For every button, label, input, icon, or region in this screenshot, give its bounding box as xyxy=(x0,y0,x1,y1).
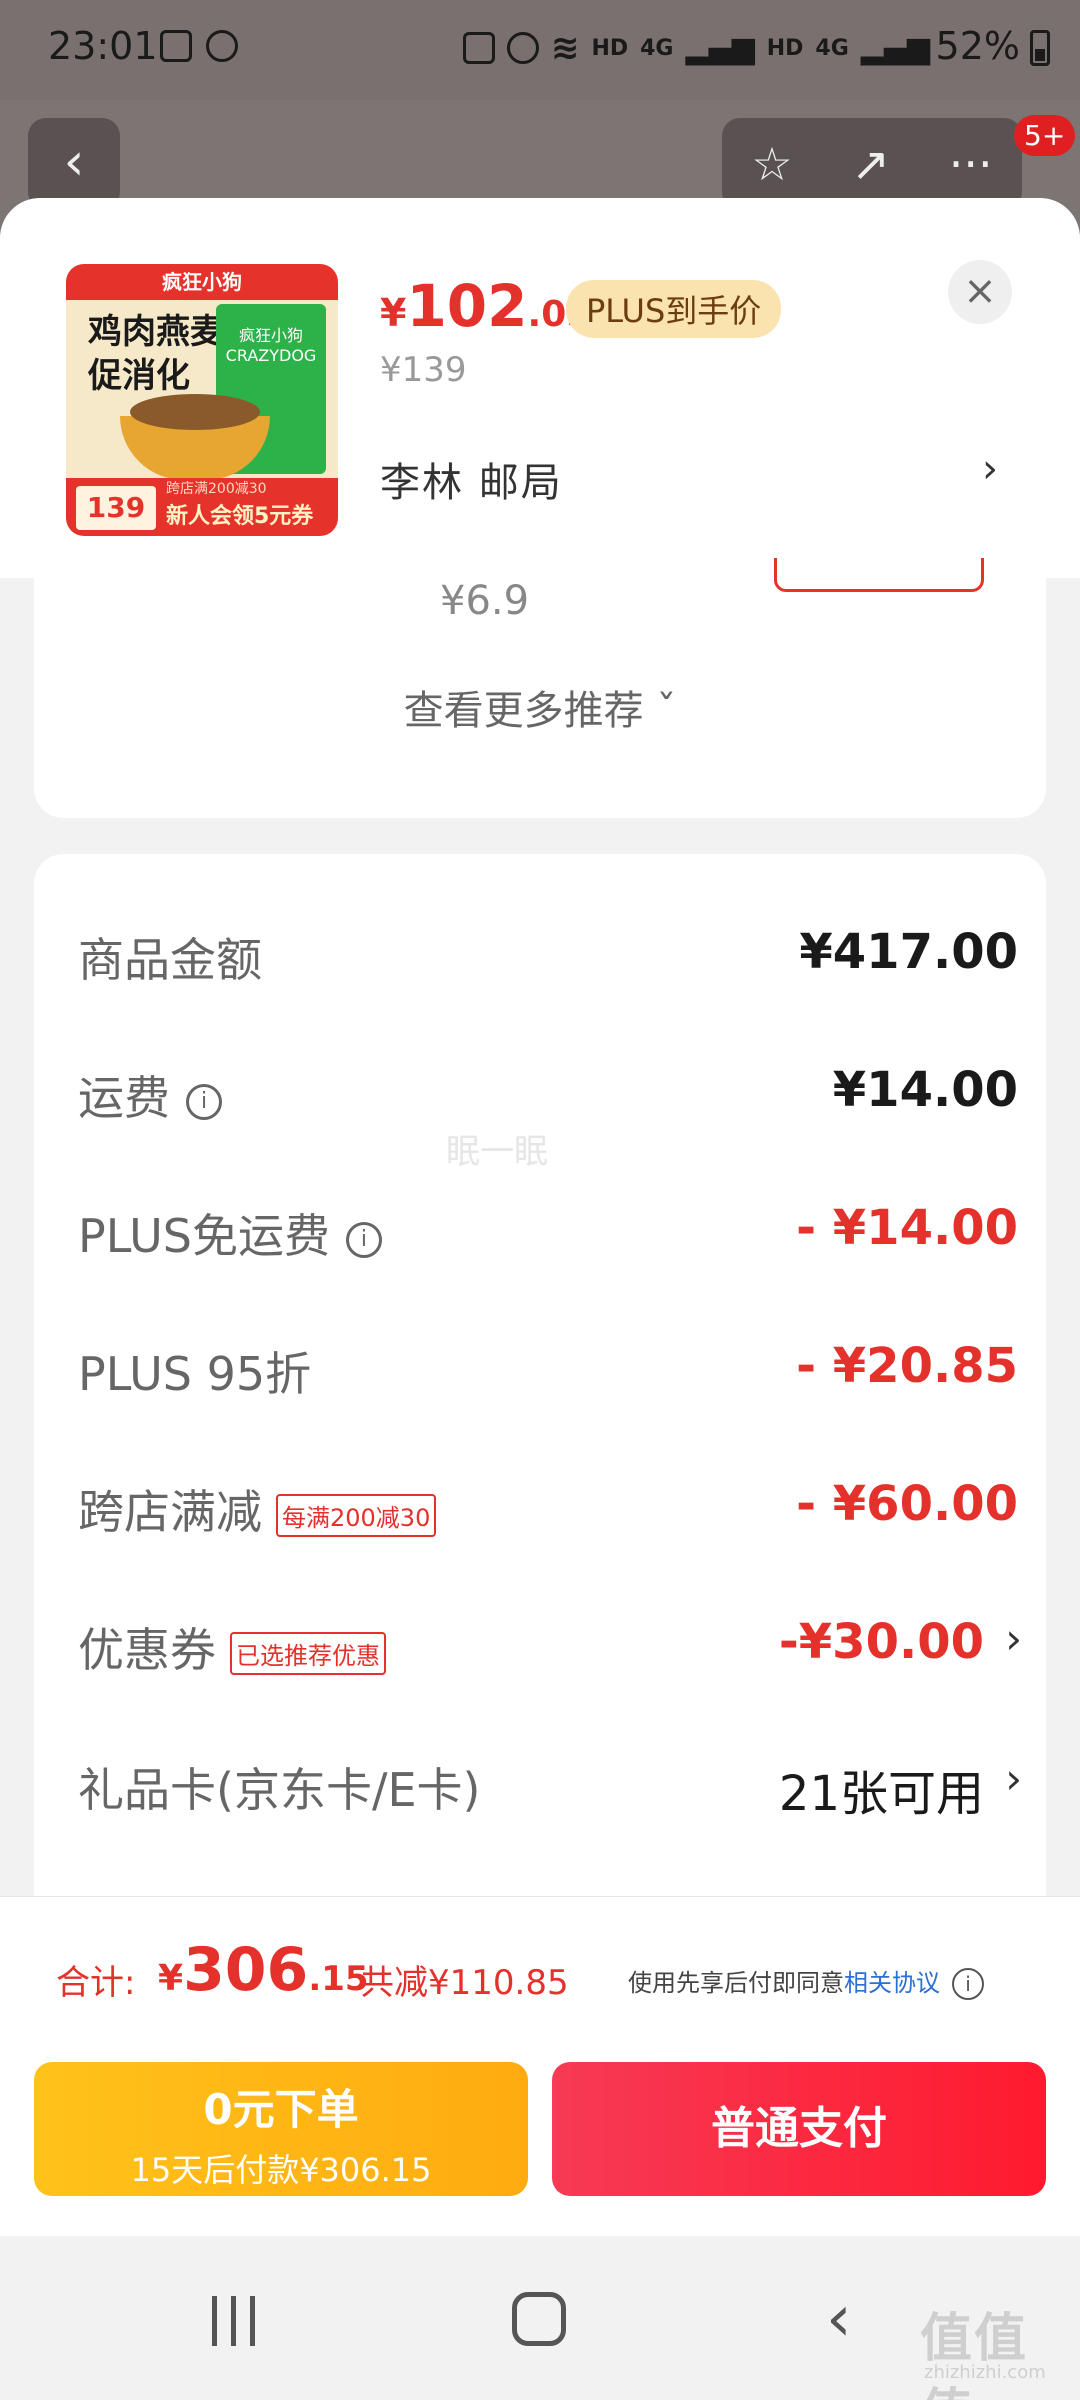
row-label-wrap: 运费 i xyxy=(78,1062,222,1128)
total-saved: 共减¥110.85 xyxy=(360,1963,569,2003)
battery-icon xyxy=(1030,30,1050,66)
home-icon[interactable] xyxy=(512,2292,566,2346)
row-gift-card[interactable]: 礼品卡(京东卡/E卡) 21张可用 › xyxy=(78,1744,1022,1824)
row-amount: -¥30.00 xyxy=(778,1614,984,1670)
recommend-card: ¥6.9 查看更多推荐 ˇ xyxy=(34,558,1046,818)
status-bar: 23:01 ≋ HD 4G ▂▄▆ HD 4G ▂▄▆ 52% xyxy=(0,0,1080,100)
row-label: PLUS免运费 xyxy=(78,1209,330,1263)
row-label-wrap: 优惠券 已选推荐优惠 xyxy=(78,1614,386,1680)
discount-tag: 每满200减30 xyxy=(276,1494,437,1537)
thumb-title-line2: 促消化 xyxy=(88,356,190,396)
network-label-2: 4G xyxy=(640,35,674,61)
zero-order-label: 0元下单 xyxy=(203,2085,359,2134)
row-amount: ¥417.00 xyxy=(799,924,1018,980)
thumb-brand-strip: 疯狂小狗 xyxy=(66,264,338,300)
row-label-wrap: 跨店满减 每满200减30 xyxy=(78,1476,437,1542)
delivery-address[interactable]: 李林 邮局 xyxy=(380,450,563,508)
message-badge: 5+ xyxy=(1014,115,1076,156)
network-label-3: HD xyxy=(766,35,804,61)
system-nav-bar: ‹ xyxy=(0,2236,1080,2400)
agreement-text: 使用先享后付即同意相关协议 i xyxy=(628,1963,984,2000)
screenshot-icon xyxy=(160,30,192,62)
agreement-link[interactable]: 相关协议 xyxy=(844,1969,940,1997)
chevron-right-icon[interactable]: › xyxy=(1005,1754,1022,1803)
row-shipping: 运费 i ¥14.00 xyxy=(78,1052,1018,1132)
product-thumbnail[interactable]: 疯狂小狗 鸡肉燕麦 促消化 疯狂小狗 CRAZYDOG 139 跨店满200减3… xyxy=(66,264,338,536)
recents-icon[interactable] xyxy=(212,2296,255,2346)
coupon-tag: 已选推荐优惠 xyxy=(230,1632,386,1675)
recommend-add-button[interactable] xyxy=(774,558,984,592)
share-icon[interactable]: ↗ xyxy=(851,137,890,191)
row-label: PLUS 95折 xyxy=(78,1347,312,1401)
row-amount: - ¥20.85 xyxy=(796,1338,1018,1394)
footer-total-bar: 合计: ¥306.15 共减¥110.85 使用先享后付即同意相关协议 i xyxy=(0,1896,1080,2046)
total-label: 合计: xyxy=(56,1963,136,2003)
row-item-total: 商品金额 ¥417.00 xyxy=(78,914,1018,994)
row-coupon[interactable]: 优惠券 已选推荐优惠 -¥30.00 › xyxy=(78,1604,1022,1684)
info-icon[interactable]: i xyxy=(345,1221,382,1258)
site-watermark: 值值值 xyxy=(920,2309,1029,2400)
bag-brand: 疯狂小狗 CRAZYDOG xyxy=(225,326,317,365)
app-notification-icon xyxy=(206,30,238,62)
row-plus-free-shipping: PLUS免运费 i - ¥14.00 xyxy=(78,1190,1018,1270)
row-label: 跨店满减 xyxy=(78,1485,262,1539)
signal-icon: ▂▄▆ xyxy=(685,30,755,66)
status-right-icons: ≋ HD 4G ▂▄▆ HD 4G ▂▄▆ xyxy=(462,28,930,68)
thumb-title-line1: 鸡肉燕麦 xyxy=(88,312,224,352)
site-watermark-sub: zhizhizhi.com xyxy=(924,2362,1046,2383)
address-chevron-icon[interactable]: › xyxy=(982,446,998,492)
vibrate-icon xyxy=(462,32,495,64)
more-recommend-link[interactable]: 查看更多推荐 ˇ xyxy=(34,678,1046,736)
chevron-right-icon[interactable]: › xyxy=(1005,1614,1022,1663)
overlay-watermark: 眠一眠 xyxy=(446,1132,548,1172)
thumb-promo-small: 跨店满200减30 xyxy=(166,481,267,497)
product-price: ¥102.05 xyxy=(380,272,591,340)
total-currency: ¥ xyxy=(158,1958,184,1999)
network-label-1: HD xyxy=(591,35,629,61)
row-label: 优惠券 xyxy=(78,1623,216,1677)
row-label: 礼品卡(京东卡/E卡) xyxy=(78,1763,481,1817)
zero-yuan-order-button[interactable]: 0元下单 15天后付款¥306.15 xyxy=(34,2062,528,2196)
total-integer: 306 xyxy=(183,1935,309,2005)
zero-order-sublabel: 15天后付款¥306.15 xyxy=(130,2151,432,2189)
recommend-item-price: ¥6.9 xyxy=(440,578,530,624)
original-price: ¥139 xyxy=(380,350,467,390)
info-icon[interactable]: i xyxy=(952,1968,984,2000)
status-left-icons xyxy=(160,30,238,62)
product-header: 疯狂小狗 鸡肉燕麦 促消化 疯狂小狗 CRAZYDOG 139 跨店满200减3… xyxy=(0,198,1080,578)
thumb-title: 鸡肉燕麦 促消化 xyxy=(88,310,224,398)
close-button[interactable]: × xyxy=(948,260,1012,324)
footer-buttons: 0元下单 15天后付款¥306.15 普通支付 xyxy=(0,2046,1080,2236)
favorite-icon[interactable]: ☆ xyxy=(751,137,792,191)
info-icon[interactable]: i xyxy=(186,1083,222,1120)
wifi-icon: ≋ xyxy=(550,28,580,68)
row-plus-discount: PLUS 95折 - ¥20.85 xyxy=(78,1328,1018,1408)
thumb-price-badge: 139 xyxy=(76,486,156,530)
nav-actions: ☆ ↗ ··· xyxy=(722,118,1022,210)
total-amount: ¥306.15 xyxy=(158,1935,369,2005)
back-button[interactable]: ‹ xyxy=(28,118,120,210)
network-label-4: 4G xyxy=(815,35,849,61)
row-amount: ¥14.00 xyxy=(832,1062,1018,1118)
normal-pay-button[interactable]: 普通支付 xyxy=(552,2062,1046,2196)
signal-icon-2: ▂▄▆ xyxy=(860,30,930,66)
battery-percent: 52% xyxy=(935,24,1020,68)
row-cross-store-discount: 跨店满减 每满200减30 - ¥60.00 xyxy=(78,1466,1018,1546)
thumb-promo-text: 新人会领5元券 xyxy=(166,504,314,529)
agreement-prefix: 使用先享后付即同意 xyxy=(628,1969,844,1997)
row-amount: - ¥60.00 xyxy=(796,1476,1018,1532)
row-label: 商品金额 xyxy=(78,933,262,987)
status-time: 23:01 xyxy=(48,24,158,68)
plus-price-tag: PLUS到手价 xyxy=(566,280,782,338)
row-label-wrap: PLUS免运费 i xyxy=(78,1200,382,1266)
price-integer: 102 xyxy=(406,272,528,340)
system-back-icon[interactable]: ‹ xyxy=(826,2282,852,2356)
row-amount: - ¥14.00 xyxy=(796,1200,1018,1256)
row-label: 运费 xyxy=(78,1071,170,1125)
price-currency: ¥ xyxy=(380,291,407,335)
alarm-icon xyxy=(506,32,539,64)
more-icon[interactable]: ··· xyxy=(949,137,993,191)
row-amount: 21张可用 xyxy=(778,1766,984,1822)
